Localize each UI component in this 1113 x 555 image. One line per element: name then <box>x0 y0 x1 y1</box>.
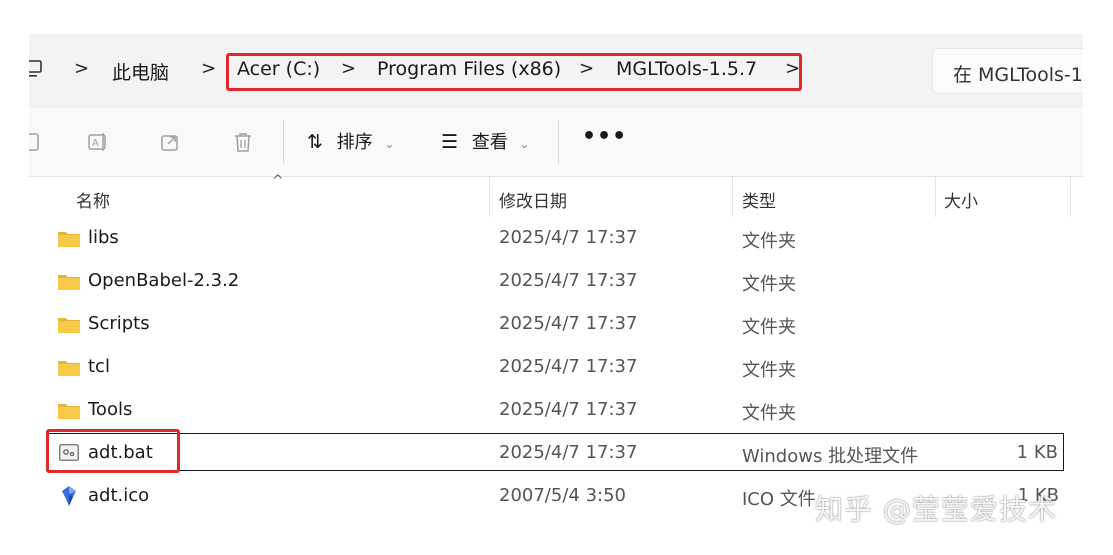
chevron-down-icon: ⌄ <box>384 137 395 151</box>
column-type[interactable]: 类型 <box>742 187 776 212</box>
file-type: 文件夹 <box>742 403 796 424</box>
sort-button[interactable]: ⇅ 排序 ⌄ <box>307 128 394 154</box>
file-type: 文件夹 <box>742 360 796 381</box>
file-type: 文件夹 <box>742 317 796 338</box>
file-modified: 2025/4/7 17:37 <box>499 227 638 248</box>
folder-icon <box>58 275 80 290</box>
column-separator[interactable] <box>1070 177 1071 217</box>
sort-label: 排序 <box>336 132 373 153</box>
column-modified[interactable]: 修改日期 <box>499 187 567 212</box>
toolbar-divider <box>283 120 284 164</box>
more-options-button[interactable]: ••• <box>582 124 627 149</box>
view-label: 查看 <box>471 132 508 153</box>
share-icon[interactable] <box>159 130 183 154</box>
watermark: 知乎 @莹莹爱技术 <box>815 493 1057 526</box>
file-name: Tools <box>88 399 133 420</box>
list-item[interactable]: Tools 2025/4/7 17:37 文件夹 <box>29 390 1083 430</box>
column-name[interactable]: 名称 <box>76 187 110 212</box>
list-item[interactable]: tcl 2025/4/7 17:37 文件夹 <box>29 347 1083 387</box>
file-type: 文件夹 <box>742 231 796 252</box>
search-placeholder: 在 MGLTools-1 <box>953 64 1083 86</box>
chevron-down-icon: ⌄ <box>519 137 530 151</box>
file-modified: 2025/4/7 17:37 <box>499 313 638 334</box>
rename-icon[interactable]: A <box>86 130 110 154</box>
svg-text:A: A <box>92 138 99 149</box>
computer-icon[interactable] <box>29 60 43 78</box>
command-bar: A ⇅ 排序 ⌄ ☰ 查看 ⌄ ••• <box>29 108 1083 177</box>
file-modified: 2025/4/7 17:37 <box>499 399 638 420</box>
file-explorer-window: > 此电脑 > Acer (C:) > Program Files (x86) … <box>29 34 1083 520</box>
list-item[interactable]: OpenBabel-2.3.2 2025/4/7 17:37 文件夹 <box>29 261 1083 301</box>
file-name: OpenBabel-2.3.2 <box>88 270 240 291</box>
file-highlight-box <box>46 429 180 473</box>
file-name: tcl <box>88 356 110 377</box>
view-button[interactable]: ☰ 查看 ⌄ <box>441 128 530 154</box>
list-item-selected[interactable]: adt.bat 2025/4/7 17:37 Windows 批处理文件 1 K… <box>46 433 1064 471</box>
copy-icon[interactable] <box>29 130 45 154</box>
file-type: 文件夹 <box>742 274 796 295</box>
file-name: libs <box>88 227 119 248</box>
path-highlight-box <box>226 53 802 91</box>
list-item[interactable]: Scripts 2025/4/7 17:37 文件夹 <box>29 304 1083 344</box>
search-input[interactable]: 在 MGLTools-1 <box>932 48 1083 94</box>
file-name: adt.ico <box>88 485 150 506</box>
delete-icon[interactable] <box>231 130 255 154</box>
column-separator[interactable] <box>489 177 490 217</box>
file-size: 1 KB <box>1016 442 1058 463</box>
column-separator[interactable] <box>935 177 936 217</box>
breadcrumb-separator[interactable]: > <box>74 58 89 79</box>
address-bar: > 此电脑 > Acer (C:) > Program Files (x86) … <box>29 34 1083 108</box>
ico-file-icon <box>62 486 76 506</box>
toolbar-divider <box>558 120 559 164</box>
file-modified: 2025/4/7 17:37 <box>499 442 638 463</box>
folder-icon <box>58 318 80 333</box>
breadcrumb-this-pc[interactable]: 此电脑 <box>112 58 169 85</box>
column-size[interactable]: 大小 <box>944 187 978 212</box>
column-separator[interactable] <box>732 177 733 217</box>
folder-icon <box>58 404 80 419</box>
file-modified: 2025/4/7 17:37 <box>499 270 638 291</box>
file-name: Scripts <box>88 313 150 334</box>
file-type: Windows 批处理文件 <box>742 446 919 467</box>
file-modified: 2025/4/7 17:37 <box>499 356 638 377</box>
file-modified: 2007/5/4 3:50 <box>499 485 626 506</box>
list-item[interactable]: libs 2025/4/7 17:37 文件夹 <box>29 218 1083 258</box>
file-type: ICO 文件 <box>742 489 816 510</box>
sort-icon: ⇅ <box>307 131 323 153</box>
folder-icon <box>58 232 80 247</box>
breadcrumb-separator[interactable]: > <box>201 58 216 79</box>
sort-ascending-icon: ^ <box>272 173 284 189</box>
view-list-icon: ☰ <box>441 131 459 153</box>
folder-icon <box>58 361 80 376</box>
column-header: ^ 名称 修改日期 类型 大小 <box>29 173 1083 217</box>
